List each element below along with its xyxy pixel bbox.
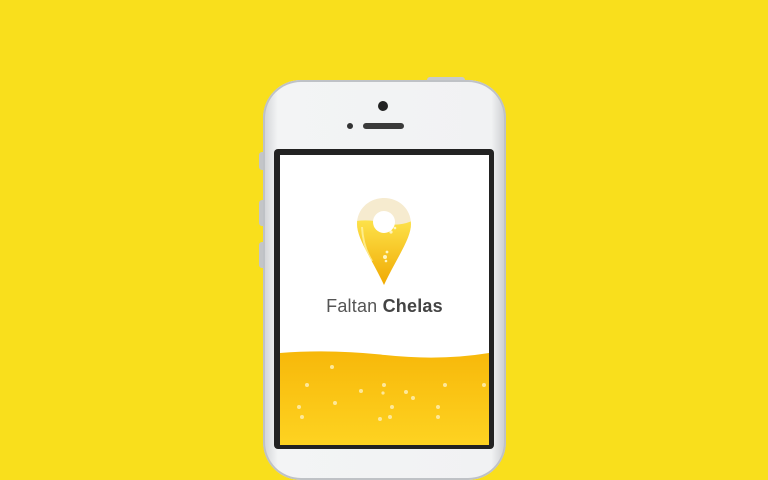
- beer-location-pin-icon: [357, 198, 411, 285]
- front-camera: [378, 101, 388, 111]
- proximity-sensor: [347, 123, 353, 129]
- beer-wave: [280, 351, 489, 445]
- earpiece-speaker: [363, 123, 404, 129]
- app-splash-screen: Faltan Chelas: [280, 155, 489, 445]
- app-title: Faltan Chelas: [326, 296, 443, 316]
